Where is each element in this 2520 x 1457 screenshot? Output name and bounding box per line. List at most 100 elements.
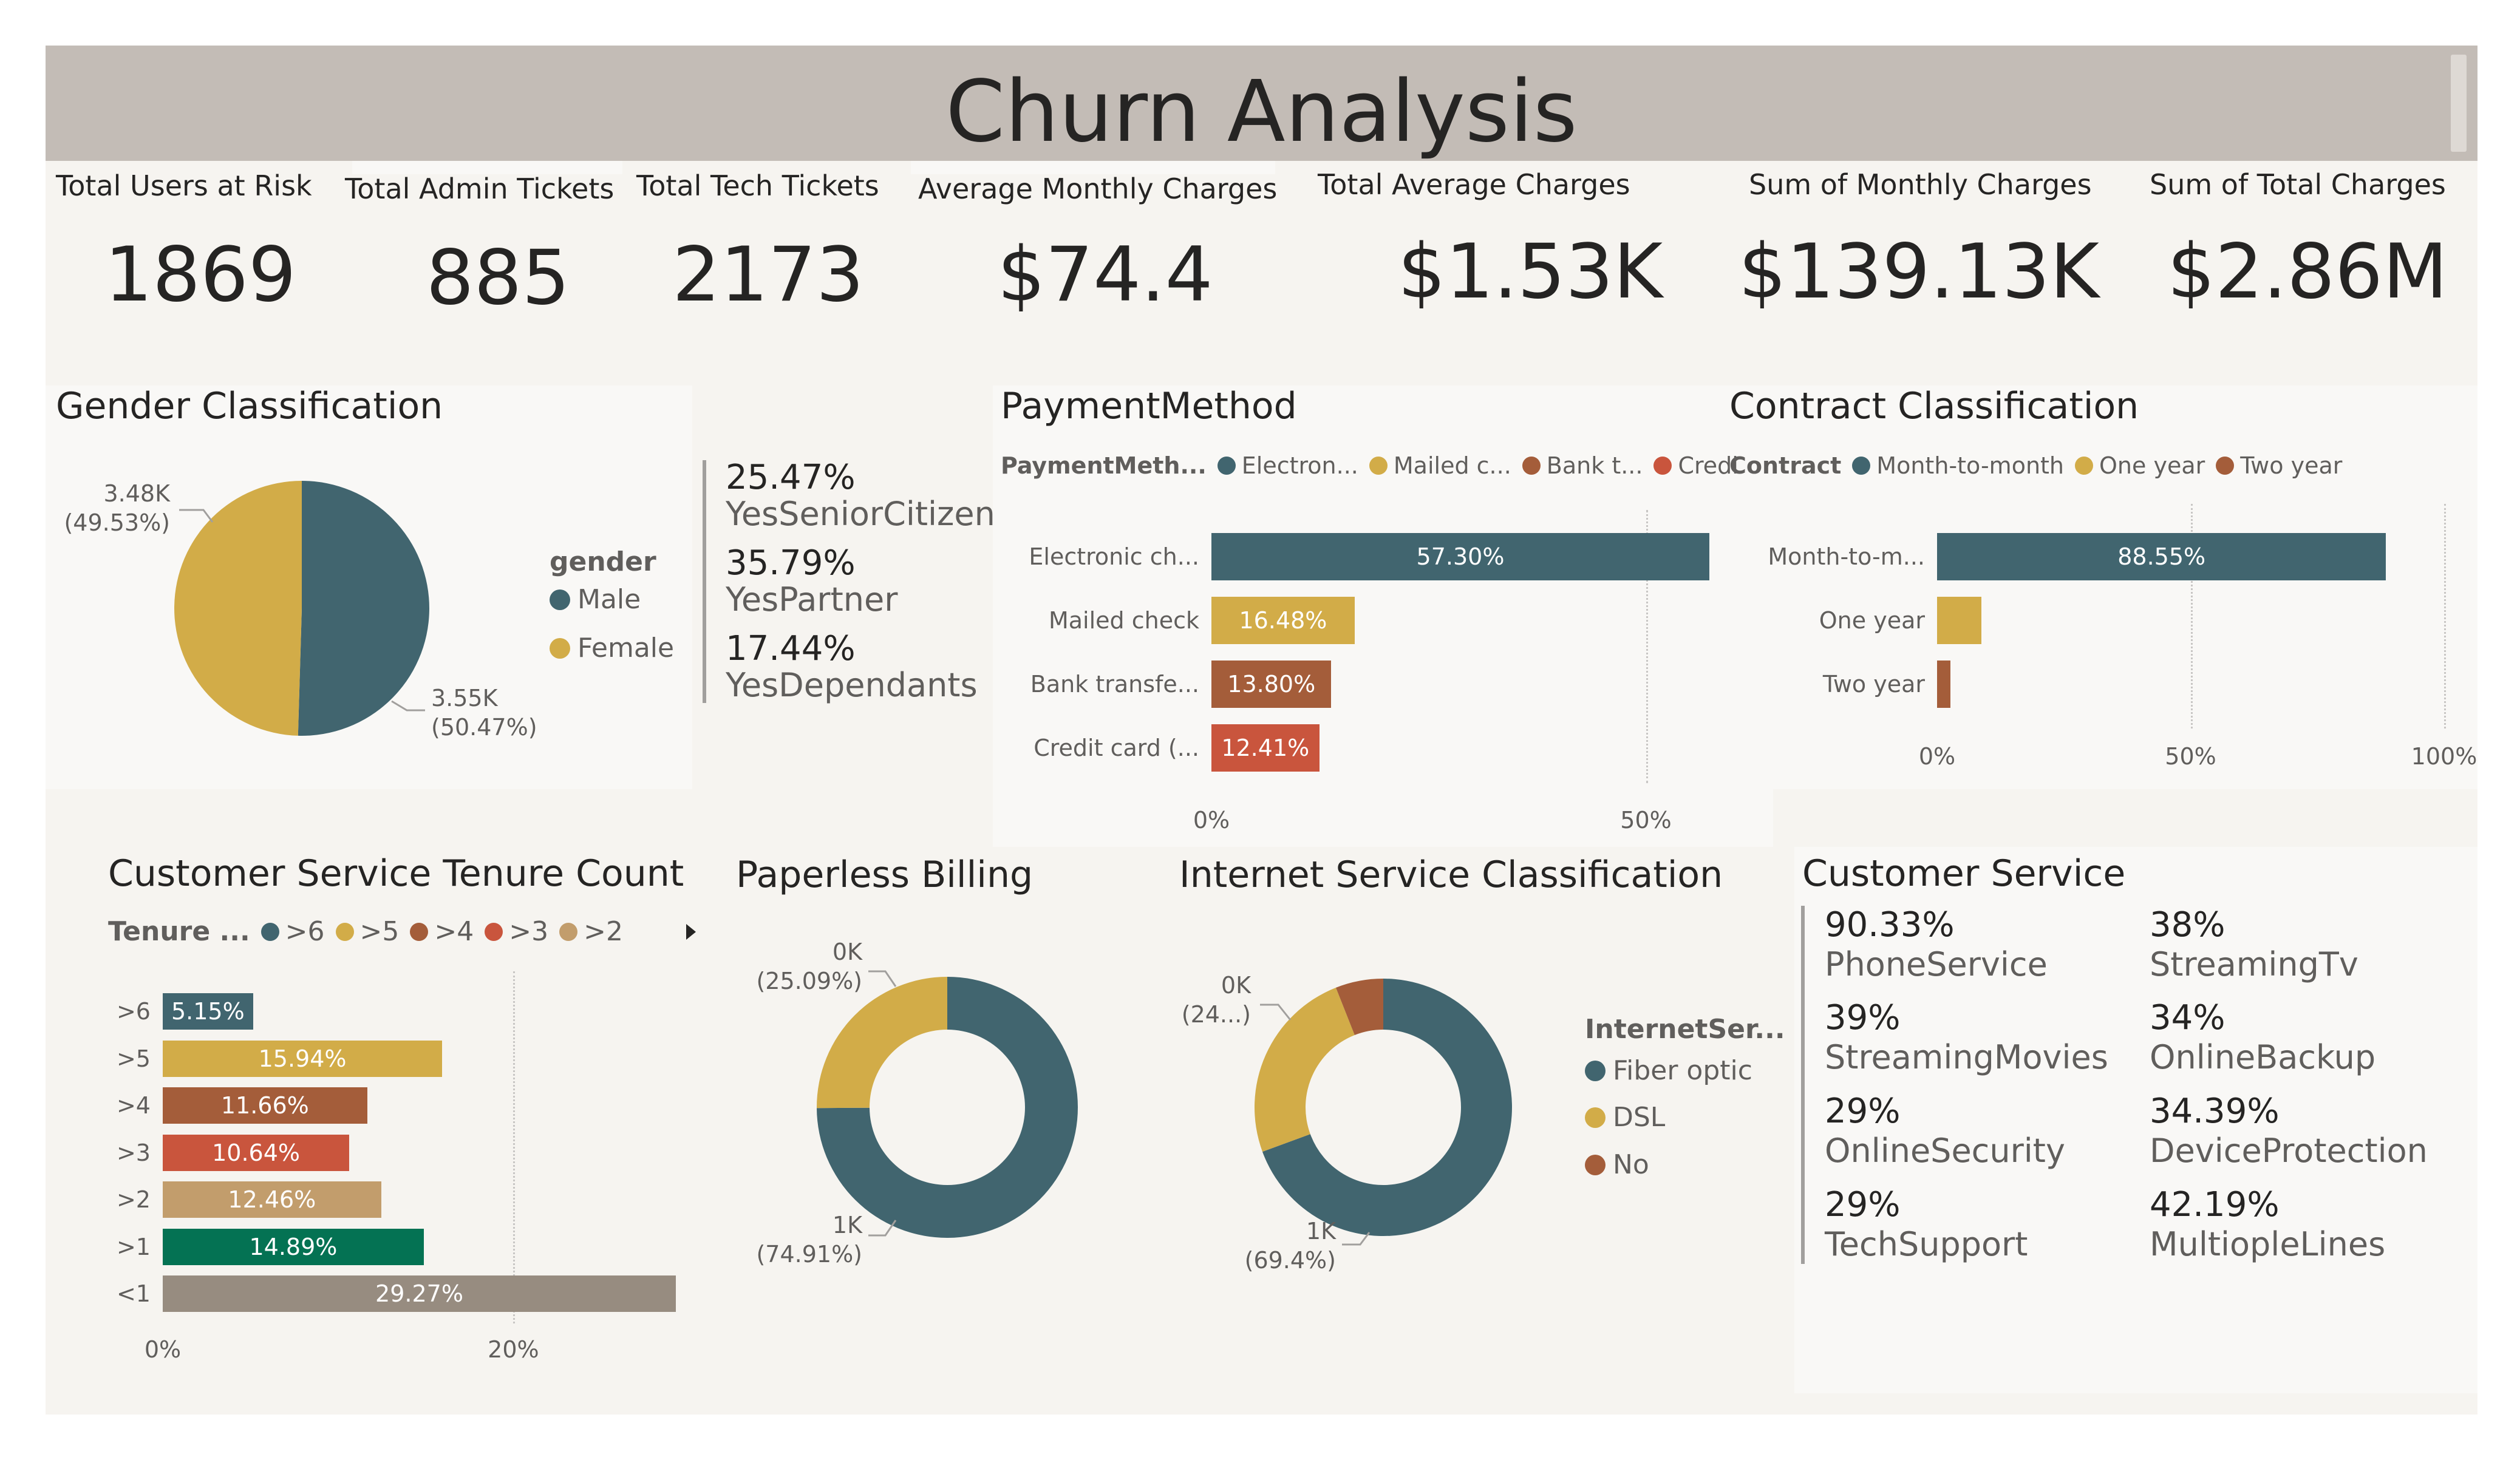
legend-item-male[interactable]: Male	[550, 584, 641, 615]
legend-label: Mailed c...	[1393, 452, 1511, 479]
report-title: Churn Analysis	[945, 63, 1578, 161]
kpi-value-avg-monthly-charges: $74.4	[997, 231, 1213, 319]
tenure-data-label: 12.46%	[228, 1186, 316, 1213]
kpi-label-total-avg-charges: Total Average Charges	[1318, 168, 1630, 201]
contract-panel[interactable]	[1773, 385, 2477, 789]
tenure-axis-tick: 20%	[488, 1336, 539, 1363]
legend-item-bank[interactable]: Bank t...	[1522, 452, 1643, 480]
kpi-value-users-at-risk: 1869	[104, 231, 296, 319]
legend-swatch	[1369, 457, 1388, 475]
gender-male-value-label: 3.55K	[431, 685, 498, 712]
legend-item-gt5[interactable]: >5	[335, 918, 399, 946]
tenure-data-label: 29.27%	[375, 1280, 463, 1307]
tenure-data-label: 5.15%	[171, 998, 245, 1025]
kpi-label-admin-tickets: Total Admin Tickets	[345, 172, 615, 205]
legend-swatch	[1217, 457, 1236, 475]
legend-item-fiber-optic[interactable]: Fiber optic	[1585, 1055, 1752, 1086]
gender-female-pct-label: (49.53%)	[64, 509, 170, 536]
demographics-accent-bar	[703, 460, 706, 703]
legend-item-gt6[interactable]: >6	[261, 918, 325, 946]
streaming-movies-value: 39%	[1825, 998, 1901, 1038]
tenure-gridline	[513, 971, 516, 1323]
online-security-value: 29%	[1825, 1092, 1901, 1131]
contract-legend-title: Contract	[1729, 452, 1842, 479]
tenure-category-label: >3	[116, 1139, 151, 1166]
tenure-axis-tick: 0%	[144, 1336, 182, 1363]
multiple-lines-label: MultiopleLines	[2150, 1225, 2386, 1263]
legend-item-gt3[interactable]: >3	[485, 918, 548, 946]
kpi-label-sum-monthly-charges: Sum of Monthly Charges	[1749, 168, 2092, 201]
legend-swatch	[2216, 457, 2235, 475]
tenure-category-label: >6	[116, 998, 151, 1025]
paperless-no-pct-label: (25.09%)	[756, 968, 862, 994]
legend-swatch	[1653, 457, 1672, 475]
legend-item-dsl[interactable]: DSL	[1585, 1102, 1665, 1133]
legend-item-one-year[interactable]: One year	[2075, 452, 2205, 480]
phone-service-value: 90.33%	[1825, 905, 1955, 945]
kpi-label-tech-tickets: Total Tech Tickets	[636, 169, 879, 202]
internet-fiber-value-label: 1K	[1306, 1218, 1336, 1245]
device-protection-label: DeviceProtection	[2150, 1132, 2428, 1170]
legend-swatch	[485, 923, 503, 941]
tenure-legend-title: Tenure ...	[108, 916, 250, 947]
contract-gridline	[2444, 504, 2446, 728]
contract-bar[interactable]	[1937, 597, 1982, 644]
legend-item-gt2[interactable]: >2	[559, 918, 623, 946]
tenure-data-label: 10.64%	[212, 1139, 301, 1166]
contract-legend: Contract Month-to-month One year Two yea…	[1729, 452, 2353, 480]
paperless-yes-pct-label: (74.91%)	[756, 1241, 862, 1268]
contract-data-label: 88.55%	[2117, 543, 2206, 570]
internet-legend-title: InternetSer...	[1585, 1014, 1785, 1045]
tenure-category-label: >2	[116, 1186, 151, 1213]
legend-label-male: Male	[577, 584, 641, 615]
customer-service-accent-bar	[1801, 906, 1805, 1264]
dependants-value: 17.44%	[726, 629, 856, 668]
tenure-legend: Tenure ... >6 >5 >4 >3 >2	[108, 918, 634, 946]
payment-category-label: Credit card (...	[1034, 735, 1199, 761]
legend-swatch-female	[550, 637, 570, 659]
kpi-value-total-avg-charges: $1.53K	[1397, 228, 1663, 316]
payment-chart-title: PaymentMethod	[1001, 385, 1297, 427]
legend-item-two-year[interactable]: Two year	[2216, 452, 2342, 480]
legend-item-gt4[interactable]: >4	[410, 918, 474, 946]
legend-item-credit[interactable]: Credi	[1653, 452, 1738, 480]
payment-legend: PaymentMeth... Electron... Mailed c... B…	[1001, 452, 1749, 480]
legend-item-month-to-month[interactable]: Month-to-month	[1852, 452, 2064, 480]
legend-item-electronic[interactable]: Electron...	[1217, 452, 1358, 480]
legend-swatch	[1585, 1060, 1606, 1081]
contract-axis-tick: 100%	[2411, 743, 2477, 770]
tenure-category-label: >4	[116, 1092, 151, 1119]
internet-chart-title: Internet Service Classification	[1179, 854, 1723, 896]
kpi-label-avg-monthly-charges: Average Monthly Charges	[918, 172, 1278, 205]
legend-label: >2	[584, 916, 624, 947]
payment-category-label: Electronic ch...	[1029, 543, 1199, 570]
streaming-tv-value: 38%	[2150, 905, 2225, 945]
payment-data-label: 16.48%	[1239, 607, 1327, 634]
payment-axis-tick: 0%	[1193, 807, 1230, 834]
legend-swatch-male	[550, 589, 570, 610]
internet-fiber-pct-label: (69.4%)	[1244, 1247, 1336, 1274]
tenure-data-label: 11.66%	[220, 1092, 309, 1119]
legend-swatch	[261, 923, 279, 941]
tenure-data-label: 14.89%	[249, 1233, 338, 1260]
gender-legend-title: gender	[550, 546, 656, 577]
kpi-value-admin-tickets: 885	[426, 234, 570, 322]
senior-citizen-label: YesSeniorCitizen	[726, 495, 995, 533]
contract-bar[interactable]	[1937, 661, 1951, 708]
payment-data-label: 13.80%	[1227, 671, 1316, 698]
legend-swatch	[1852, 457, 1871, 475]
legend-label-female: Female	[577, 633, 675, 664]
legend-item-female[interactable]: Female	[550, 633, 674, 664]
gender-female-value-label: 3.48K	[103, 480, 170, 507]
contract-category-label: Two year	[1822, 671, 1925, 698]
partner-label: YesPartner	[726, 580, 898, 619]
legend-swatch	[1585, 1154, 1606, 1175]
legend-item-no[interactable]: No	[1585, 1149, 1649, 1180]
online-security-label: OnlineSecurity	[1825, 1132, 2065, 1170]
legend-item-mailed[interactable]: Mailed c...	[1369, 452, 1511, 480]
tenure-chart-title: Customer Service Tenure Count	[108, 852, 684, 895]
legend-next-arrow-icon[interactable]	[685, 923, 697, 941]
kpi-value-tech-tickets: 2173	[672, 231, 864, 319]
kpi-label-sum-total-charges: Sum of Total Charges	[2150, 168, 2446, 201]
payment-data-label: 57.30%	[1416, 543, 1505, 570]
